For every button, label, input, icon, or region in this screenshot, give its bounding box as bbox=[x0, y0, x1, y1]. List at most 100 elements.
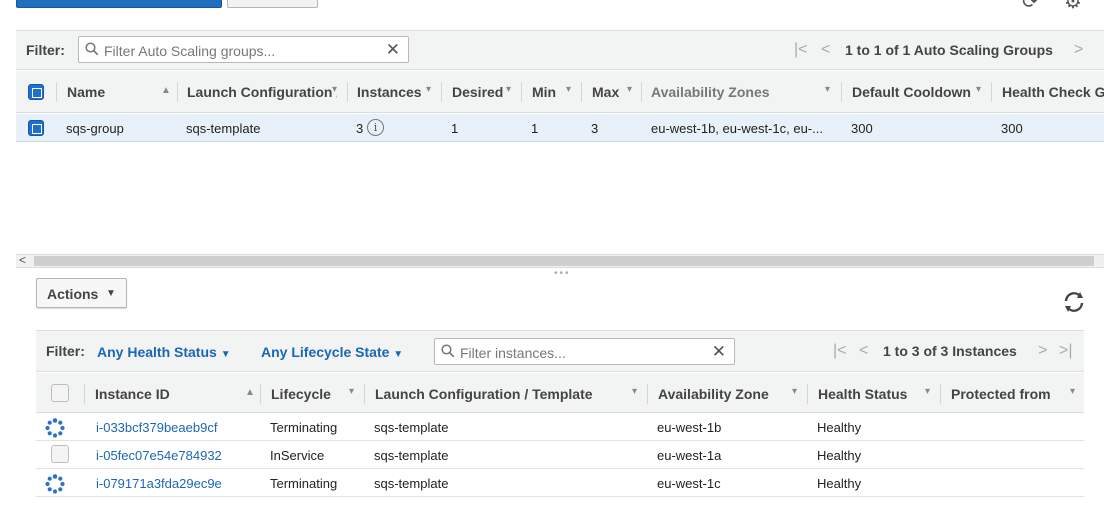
chevron-down-icon[interactable]: ▾ bbox=[825, 84, 830, 95]
select-all-checkbox[interactable] bbox=[28, 84, 44, 100]
asg-search-placeholder: Filter Auto Scaling groups... bbox=[104, 43, 276, 59]
sort-asc-icon[interactable]: ▲ bbox=[245, 387, 255, 398]
col-instances[interactable]: Instances bbox=[357, 84, 422, 100]
instances-search-input[interactable]: Filter instances... ✕ bbox=[434, 338, 735, 365]
col-lifecycle[interactable]: Lifecycle bbox=[271, 386, 331, 402]
col-availability-zone[interactable]: Availability Zone bbox=[658, 386, 769, 402]
instances-search-placeholder: Filter instances... bbox=[460, 345, 566, 361]
asg-default-cooldown: 300 bbox=[851, 121, 873, 136]
col-default-cooldown[interactable]: Default Cooldown bbox=[852, 84, 971, 100]
last-page-icon[interactable]: >| bbox=[1059, 342, 1073, 360]
instance-template: sqs-template bbox=[374, 420, 449, 435]
search-icon bbox=[441, 344, 455, 361]
actions-label: Actions bbox=[47, 286, 99, 302]
col-health-check[interactable]: Health Check Gr bbox=[1002, 84, 1104, 100]
next-page-icon[interactable]: > bbox=[1074, 41, 1083, 59]
col-instance-id[interactable]: Instance ID bbox=[95, 386, 170, 402]
chevron-down-icon[interactable]: ▾ bbox=[792, 386, 797, 397]
col-min[interactable]: Min bbox=[532, 84, 556, 100]
chevron-down-icon[interactable]: ▾ bbox=[627, 84, 632, 95]
instance-lifecycle: Terminating bbox=[270, 476, 338, 491]
health-status-filter[interactable]: Any Health Status ▼ bbox=[97, 344, 231, 360]
instances-filter-label: Filter: bbox=[46, 343, 85, 359]
refresh-icon[interactable] bbox=[1062, 290, 1086, 317]
chevron-down-icon[interactable]: ▾ bbox=[332, 84, 337, 95]
instance-lifecycle: InService bbox=[270, 448, 325, 463]
asg-filter-bar: Filter: Filter Auto Scaling groups... ✕ … bbox=[16, 30, 1104, 70]
refresh-icon[interactable]: ⟳ bbox=[1022, 0, 1039, 12]
chevron-down-icon[interactable]: ▾ bbox=[349, 386, 354, 397]
asg-search-input[interactable]: Filter Auto Scaling groups... ✕ bbox=[78, 36, 409, 63]
spinner-icon bbox=[45, 474, 65, 494]
instance-lifecycle: Terminating bbox=[270, 420, 338, 435]
col-protected-from[interactable]: Protected from bbox=[951, 386, 1051, 402]
asg-max: 3 bbox=[591, 121, 599, 136]
chevron-down-icon[interactable]: ▾ bbox=[1070, 386, 1075, 397]
clear-search-icon[interactable]: ✕ bbox=[386, 40, 400, 60]
chevron-down-icon[interactable]: ▾ bbox=[976, 84, 981, 95]
chevron-down-icon[interactable]: ▾ bbox=[566, 84, 571, 95]
instance-template: sqs-template bbox=[374, 476, 449, 491]
asg-availability-zones: eu-west-1b, eu-west-1c, eu-... bbox=[651, 121, 823, 136]
info-icon[interactable]: i bbox=[367, 119, 384, 136]
instance-zone: eu-west-1c bbox=[657, 476, 721, 491]
clear-search-icon[interactable]: ✕ bbox=[712, 342, 726, 362]
chevron-down-icon[interactable]: ▾ bbox=[632, 386, 637, 397]
instance-health: Healthy bbox=[817, 420, 862, 435]
instance-id-link[interactable]: i-05fec07e54e784932 bbox=[96, 448, 222, 463]
prev-page-icon[interactable]: < bbox=[821, 41, 830, 59]
instances-table-header: Instance ID ▲ Lifecycle ▾ Launch Configu… bbox=[36, 373, 1084, 413]
instance-id-link[interactable]: i-033bcf379beaeb9cf bbox=[96, 420, 217, 435]
gear-icon[interactable]: ⚙ bbox=[1064, 0, 1082, 12]
create-auto-scaling-group-button[interactable] bbox=[16, 0, 222, 8]
col-launch-configuration[interactable]: Launch Configuration / bbox=[187, 84, 337, 100]
table-row[interactable]: i-033bcf379beaeb9cf Terminating sqs-temp… bbox=[36, 413, 1084, 441]
actions-button[interactable]: Actions ▼ bbox=[36, 278, 127, 308]
asg-pagination-text: 1 to 1 of 1 Auto Scaling Groups bbox=[845, 42, 1053, 58]
asg-filter-label: Filter: bbox=[26, 42, 65, 58]
asg-instances: 3 bbox=[356, 121, 364, 136]
chevron-down-icon[interactable]: ▾ bbox=[925, 386, 930, 397]
spinner-icon bbox=[45, 418, 65, 438]
chevron-down-icon: ▼ bbox=[393, 349, 404, 360]
instance-zone: eu-west-1a bbox=[657, 448, 722, 463]
health-status-filter-label: Any Health Status bbox=[97, 344, 217, 360]
search-icon bbox=[85, 42, 99, 59]
scrollbar-thumb[interactable] bbox=[34, 256, 1094, 266]
chevron-down-icon[interactable]: ▾ bbox=[426, 84, 431, 95]
col-name[interactable]: Name bbox=[67, 84, 105, 100]
asg-launch-config: sqs-template bbox=[186, 121, 261, 136]
instances-pagination-text: 1 to 3 of 3 Instances bbox=[883, 343, 1017, 359]
scroll-left-icon[interactable]: < bbox=[19, 253, 26, 267]
chevron-down-icon: ▼ bbox=[220, 349, 231, 360]
row-checkbox[interactable] bbox=[51, 445, 69, 463]
chevron-down-icon[interactable]: ▾ bbox=[506, 84, 511, 95]
col-desired[interactable]: Desired bbox=[452, 84, 503, 100]
instances-filter-bar: Filter: Any Health Status ▼ Any Lifecycl… bbox=[36, 330, 1084, 372]
select-all-instances-checkbox[interactable] bbox=[51, 384, 69, 402]
secondary-top-button[interactable] bbox=[227, 0, 318, 8]
instance-health: Healthy bbox=[817, 448, 862, 463]
prev-page-icon[interactable]: < bbox=[859, 342, 868, 360]
instance-health: Healthy bbox=[817, 476, 862, 491]
lifecycle-state-filter-label: Any Lifecycle State bbox=[261, 344, 390, 360]
table-row[interactable]: i-05fec07e54e784932 InService sqs-templa… bbox=[36, 441, 1084, 469]
row-checkbox[interactable] bbox=[28, 120, 44, 136]
sort-asc-icon[interactable]: ▲ bbox=[161, 85, 171, 96]
chevron-down-icon: ▼ bbox=[106, 288, 116, 299]
asg-health-check: 300 bbox=[1001, 121, 1023, 136]
col-health-status[interactable]: Health Status bbox=[818, 386, 907, 402]
first-page-icon[interactable]: |< bbox=[833, 342, 847, 360]
instance-template: sqs-template bbox=[374, 448, 449, 463]
next-page-icon[interactable]: > bbox=[1038, 342, 1047, 360]
first-page-icon[interactable]: |< bbox=[794, 41, 808, 59]
asg-table-row[interactable]: sqs-group sqs-template 3 i 1 1 3 eu-west… bbox=[16, 114, 1104, 142]
instance-id-link[interactable]: i-079171a3fda29ec9e bbox=[96, 476, 222, 491]
asg-min: 1 bbox=[531, 121, 539, 136]
lifecycle-state-filter[interactable]: Any Lifecycle State ▼ bbox=[261, 344, 403, 360]
panel-resize-handle[interactable]: ••• bbox=[554, 268, 571, 279]
col-launch-template[interactable]: Launch Configuration / Template bbox=[375, 386, 593, 402]
col-availability-zones[interactable]: Availability Zones bbox=[651, 84, 770, 100]
table-row[interactable]: i-079171a3fda29ec9e Terminating sqs-temp… bbox=[36, 469, 1084, 497]
col-max[interactable]: Max bbox=[592, 84, 619, 100]
